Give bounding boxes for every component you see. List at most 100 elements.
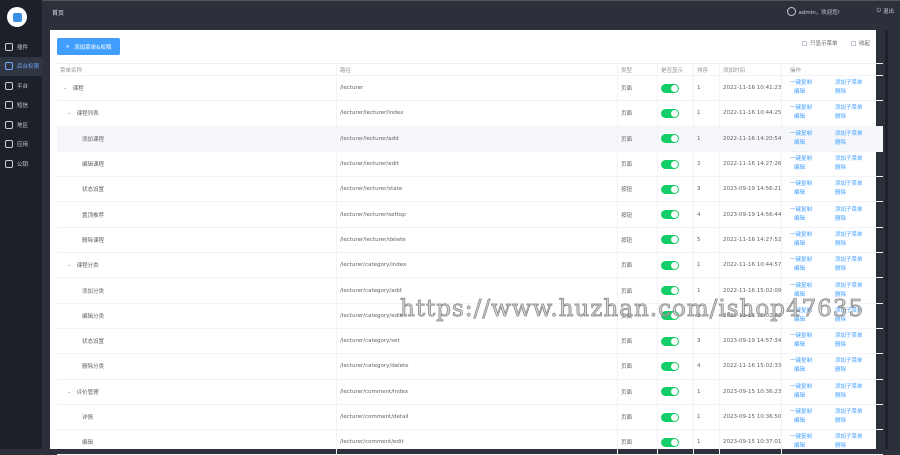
- delete-link[interactable]: 删除: [835, 215, 880, 224]
- edit-link[interactable]: 编辑: [790, 417, 835, 426]
- copy-link[interactable]: 一键复制: [790, 332, 835, 341]
- add-submenu-link[interactable]: 添加子菜单: [835, 433, 880, 442]
- delete-link[interactable]: 删除: [835, 113, 880, 122]
- show-toggle[interactable]: [661, 159, 679, 169]
- edit-link[interactable]: 编辑: [790, 240, 835, 249]
- edit-link[interactable]: 编辑: [790, 366, 835, 375]
- checkbox-box[interactable]: [851, 40, 856, 46]
- app-logo[interactable]: [7, 7, 27, 27]
- breadcrumb[interactable]: 首页: [52, 8, 64, 17]
- show-toggle[interactable]: [661, 83, 679, 93]
- show-toggle[interactable]: [661, 336, 679, 346]
- copy-link[interactable]: 一键复制: [790, 408, 835, 417]
- copy-link[interactable]: 一键复制: [790, 256, 835, 265]
- sidebar-item-4[interactable]: 地区: [0, 115, 42, 134]
- copy-link[interactable]: 一键复制: [790, 79, 835, 88]
- delete-link[interactable]: 删除: [835, 341, 880, 350]
- add-submenu-link[interactable]: 添加子菜单: [835, 383, 880, 392]
- add-submenu-link[interactable]: 添加子菜单: [835, 408, 880, 417]
- copy-link[interactable]: 一键复制: [790, 282, 835, 291]
- copy-link[interactable]: 一键复制: [790, 383, 835, 392]
- delete-link[interactable]: 删除: [835, 88, 880, 97]
- show-cell: [658, 328, 694, 354]
- edit-link[interactable]: 编辑: [790, 139, 835, 148]
- edit-link[interactable]: 编辑: [790, 113, 835, 122]
- add-menu-button[interactable]: + 添加菜单&权限: [57, 38, 120, 55]
- header-path: 路径: [337, 64, 618, 75]
- show-toggle[interactable]: [661, 286, 679, 296]
- edit-link[interactable]: 编辑: [790, 88, 835, 97]
- show-toggle[interactable]: [661, 361, 679, 371]
- edit-link[interactable]: 编辑: [790, 215, 835, 224]
- sidebar-item-5[interactable]: 应用: [0, 135, 42, 154]
- add-submenu-link[interactable]: 添加子菜单: [835, 256, 880, 265]
- chevron-down-icon[interactable]: ⌄: [67, 110, 72, 116]
- copy-link[interactable]: 一键复制: [790, 104, 835, 113]
- menu-name-cell: ⌄ 课程: [57, 76, 337, 101]
- edit-link[interactable]: 编辑: [790, 189, 835, 198]
- edit-link[interactable]: 编辑: [790, 164, 835, 173]
- chevron-down-icon[interactable]: ⌄: [63, 85, 68, 91]
- show-toggle[interactable]: [661, 387, 679, 397]
- sidebar-item-2[interactable]: 平台: [0, 76, 42, 95]
- copy-link[interactable]: 一键复制: [790, 433, 835, 442]
- delete-link[interactable]: 删除: [835, 442, 880, 451]
- show-toggle[interactable]: [661, 437, 679, 447]
- show-toggle[interactable]: [661, 235, 679, 245]
- show-toggle[interactable]: [661, 108, 679, 118]
- edit-link[interactable]: 编辑: [790, 442, 835, 451]
- add-submenu-link[interactable]: 添加子菜单: [835, 130, 880, 139]
- add-submenu-link[interactable]: 添加子菜单: [835, 332, 880, 341]
- chevron-down-icon[interactable]: ⌄: [67, 262, 72, 268]
- copy-link[interactable]: 一键复制: [790, 357, 835, 366]
- sidebar-item-1[interactable]: 后台权限: [0, 56, 42, 76]
- delete-link[interactable]: 删除: [835, 189, 880, 198]
- show-toggle[interactable]: [661, 412, 679, 422]
- delete-link[interactable]: 删除: [835, 291, 880, 300]
- delete-link[interactable]: 删除: [835, 164, 880, 173]
- add-submenu-link[interactable]: 添加子菜单: [835, 231, 880, 240]
- checkbox-box[interactable]: [802, 40, 807, 46]
- menu-path: /lecturer/category/edit: [337, 303, 618, 328]
- edit-link[interactable]: 编辑: [790, 392, 835, 401]
- copy-link[interactable]: 一键复制: [790, 180, 835, 189]
- delete-link[interactable]: 删除: [835, 366, 880, 375]
- sidebar-item-3[interactable]: 短信: [0, 96, 42, 115]
- show-toggle[interactable]: [661, 260, 679, 270]
- delete-link[interactable]: 删除: [835, 392, 880, 401]
- add-submenu-link[interactable]: 添加子菜单: [835, 104, 880, 113]
- copy-link[interactable]: 一键复制: [790, 307, 835, 316]
- copy-link[interactable]: 一键复制: [790, 206, 835, 215]
- chevron-down-icon[interactable]: ⌄: [67, 389, 72, 395]
- delete-link[interactable]: 删除: [835, 240, 880, 249]
- edit-link[interactable]: 编辑: [790, 316, 835, 325]
- user-greeting[interactable]: admin，欢迎您!: [786, 7, 840, 16]
- copy-link[interactable]: 一键复制: [790, 130, 835, 139]
- delete-link[interactable]: 删除: [835, 139, 880, 148]
- sidebar-item-6[interactable]: 公钥: [0, 154, 42, 173]
- add-submenu-link[interactable]: 添加子菜单: [835, 206, 880, 215]
- show-toggle[interactable]: [661, 311, 679, 321]
- copy-link[interactable]: 一键复制: [790, 155, 835, 164]
- delete-link[interactable]: 删除: [835, 265, 880, 274]
- collapse-checkbox[interactable]: 收起: [851, 39, 870, 47]
- show-toggle[interactable]: [661, 184, 679, 194]
- show-toggle[interactable]: [661, 210, 679, 220]
- add-submenu-link[interactable]: 添加子菜单: [835, 79, 880, 88]
- only-menu-checkbox[interactable]: 只显示菜单: [802, 39, 838, 47]
- sidebar-item-0[interactable]: 插件: [0, 37, 42, 56]
- add-submenu-link[interactable]: 添加子菜单: [835, 155, 880, 164]
- copy-link[interactable]: 一键复制: [790, 231, 835, 240]
- logout-button[interactable]: ⏻ 退出: [877, 7, 894, 16]
- add-submenu-link[interactable]: 添加子菜单: [835, 180, 880, 189]
- add-submenu-link[interactable]: 添加子菜单: [835, 357, 880, 366]
- delete-link[interactable]: 删除: [835, 316, 880, 325]
- edit-link[interactable]: 编辑: [790, 341, 835, 350]
- page-scrollbar[interactable]: [885, 30, 888, 449]
- show-toggle[interactable]: [661, 134, 679, 144]
- delete-link[interactable]: 删除: [835, 417, 880, 426]
- add-submenu-link[interactable]: 添加子菜单: [835, 282, 880, 291]
- edit-link[interactable]: 编辑: [790, 265, 835, 274]
- add-submenu-link[interactable]: 添加子菜单: [835, 307, 880, 316]
- edit-link[interactable]: 编辑: [790, 291, 835, 300]
